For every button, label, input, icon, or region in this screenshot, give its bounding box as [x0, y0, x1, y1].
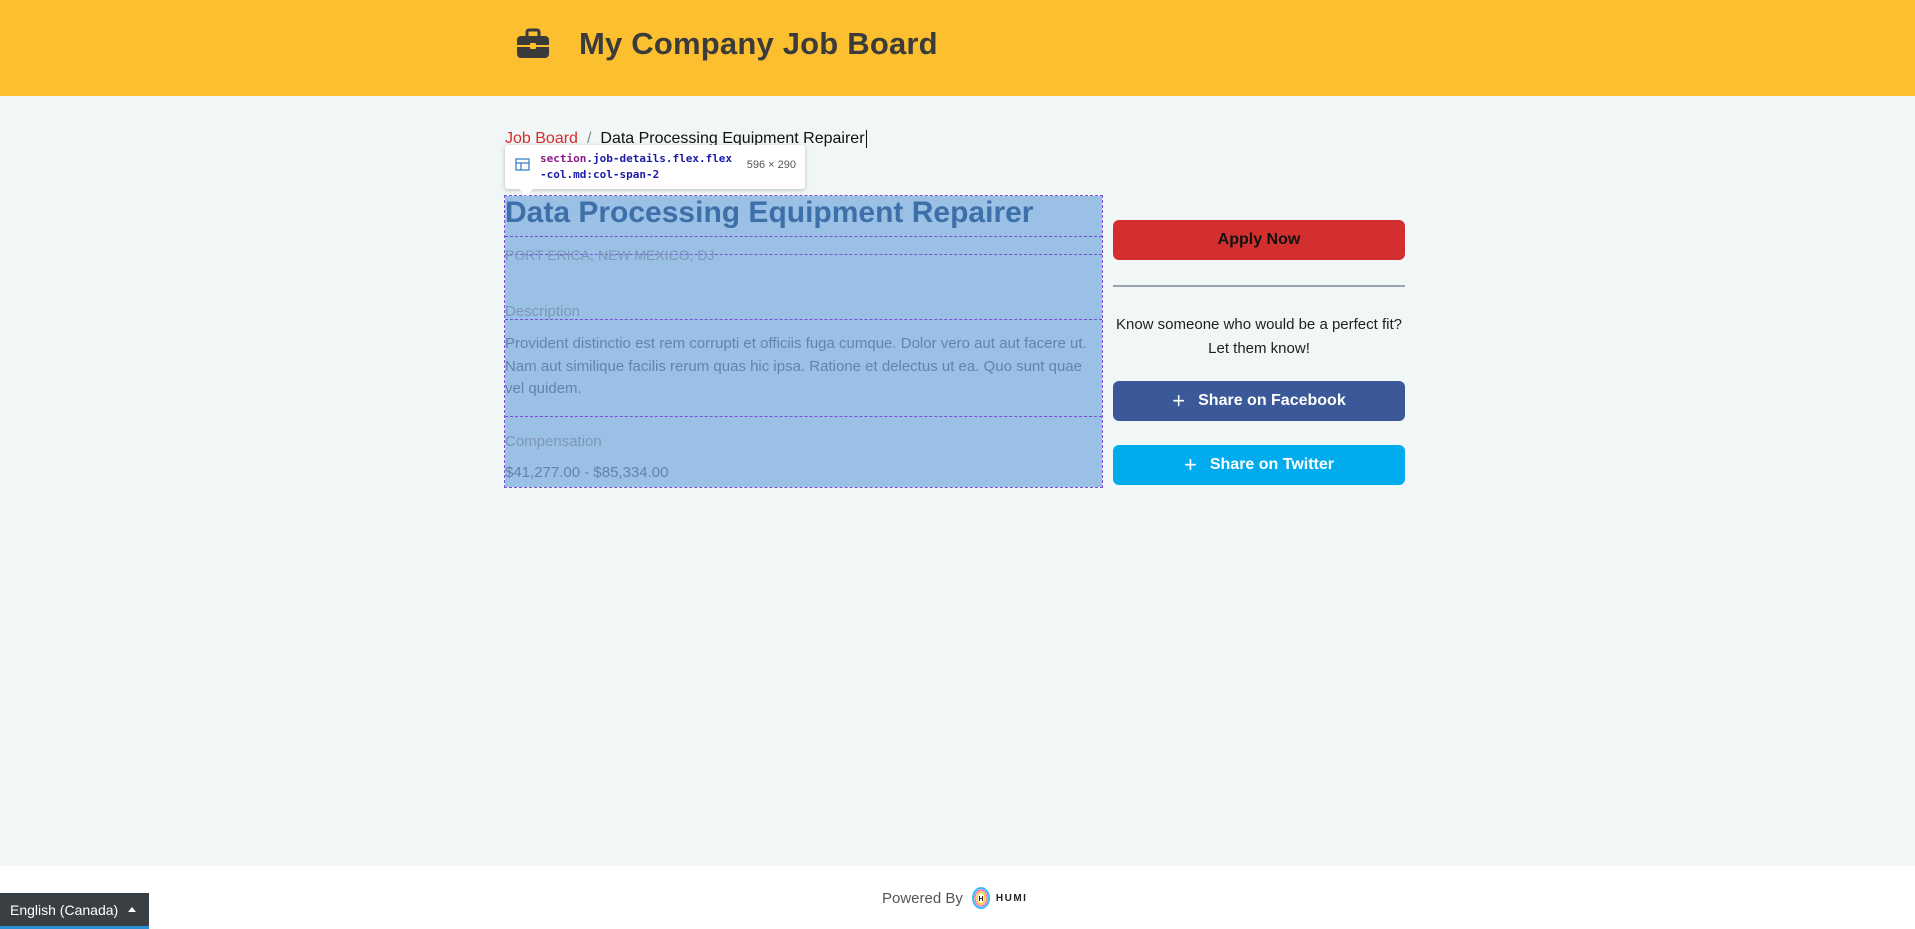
- job-description: Provident distinctio est rem corrupti et…: [505, 335, 1087, 397]
- powered-by: Powered By H HUMI: [882, 886, 1027, 910]
- job-location: PORT ERICA, NEW MEXICO, DJ: [505, 247, 715, 263]
- humi-logo-icon: H: [971, 887, 990, 909]
- humi-wordmark: HUMI: [995, 892, 1028, 904]
- language-selector[interactable]: English (Canada): [0, 893, 149, 929]
- brand: My Company Job Board: [515, 26, 938, 62]
- page-footer: Powered By H HUMI: [0, 866, 1915, 929]
- tooltip-selector: section.job-details.flex.flex-col.md:col…: [540, 152, 733, 181]
- share-facebook-button[interactable]: + Share on Facebook: [1113, 381, 1405, 421]
- devtools-inspect-tooltip: section.job-details.flex.flex-col.md:col…: [505, 145, 805, 196]
- sidebar-divider: [1113, 285, 1405, 287]
- plus-icon: +: [1183, 452, 1197, 477]
- apply-now-label: Apply Now: [1217, 231, 1301, 248]
- job-title: Data Processing Equipment Repairer: [505, 196, 1034, 229]
- plus-icon: +: [1172, 388, 1186, 413]
- share-twitter-button[interactable]: + Share on Twitter: [1113, 445, 1405, 485]
- compensation-value: $41,277.00 - $85,334.00: [505, 464, 669, 481]
- job-sidebar: Apply Now Know someone who would be a pe…: [1113, 220, 1405, 485]
- powered-by-label: Powered By: [882, 889, 963, 907]
- compensation-label: Compensation: [505, 433, 602, 450]
- humi-logo[interactable]: H HUMI: [971, 886, 1028, 910]
- description-label: Description: [505, 303, 581, 320]
- layout-icon: [515, 158, 530, 171]
- description-label-row: [505, 255, 1102, 320]
- share-prompt: Know someone who would be a perfect fit?…: [1115, 316, 1402, 357]
- caret-up-icon: [128, 907, 137, 912]
- tooltip-dimensions: 596 × 290: [746, 159, 796, 171]
- language-label: English (Canada): [10, 901, 119, 918]
- job-details-section: Data Processing Equipment Repairer PORT …: [504, 195, 1103, 488]
- svg-text:H: H: [978, 896, 983, 903]
- top-header: My Company Job Board: [0, 0, 1915, 96]
- share-twitter-label: Share on Twitter: [1209, 456, 1335, 473]
- briefcase-icon: [517, 28, 549, 58]
- site-title[interactable]: My Company Job Board: [579, 26, 938, 62]
- apply-now-button[interactable]: Apply Now: [1113, 220, 1405, 260]
- share-facebook-label: Share on Facebook: [1198, 392, 1346, 409]
